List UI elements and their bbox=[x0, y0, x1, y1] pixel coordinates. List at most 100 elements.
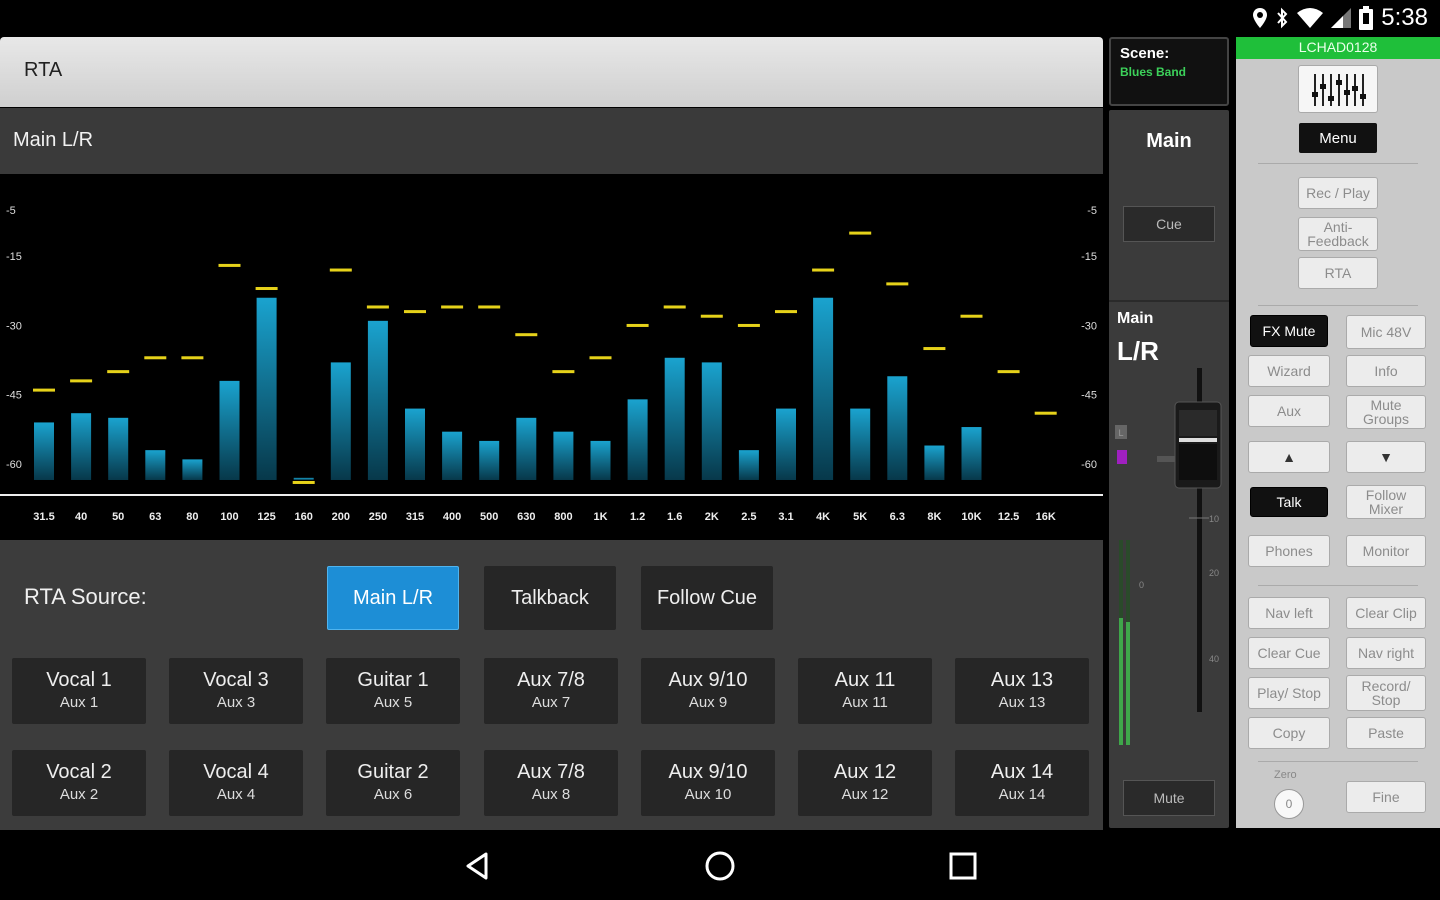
wifi-icon bbox=[1297, 8, 1324, 28]
source-follow-cue-button[interactable]: Follow Cue bbox=[641, 566, 773, 630]
svg-text:L: L bbox=[1118, 428, 1123, 438]
mix-name: Vocal 1 bbox=[46, 669, 112, 691]
recents-icon[interactable] bbox=[945, 848, 981, 884]
up-arrow-button[interactable]: ▲ bbox=[1248, 441, 1330, 473]
mic-48v-button[interactable]: Mic 48V bbox=[1346, 315, 1426, 349]
fader-handle[interactable] bbox=[1174, 401, 1222, 489]
record-stop-button[interactable]: Record/ Stop bbox=[1346, 675, 1426, 711]
frequency-label: 2.5 bbox=[741, 511, 756, 523]
back-icon[interactable] bbox=[460, 848, 496, 884]
rta-button[interactable]: RTA bbox=[1298, 257, 1378, 289]
anti-feedback-button[interactable]: Anti-Feedback bbox=[1298, 217, 1378, 251]
strip-title: Main bbox=[1146, 130, 1192, 152]
fader-scale-20: 20 bbox=[1209, 568, 1219, 578]
rta-peak bbox=[737, 323, 760, 327]
source-header: Main L/R bbox=[0, 108, 1103, 174]
mix-button-vocal-2[interactable]: Vocal 2 Aux 2 bbox=[12, 750, 146, 816]
mix-button-aux-9-10-b[interactable]: Aux 9/10 Aux 10 bbox=[641, 750, 775, 816]
mix-name: Aux 9/10 bbox=[668, 761, 748, 783]
scene-box[interactable]: Scene: Blues Band bbox=[1109, 37, 1229, 106]
rta-bar bbox=[887, 376, 908, 480]
source-talkback-button[interactable]: Talkback bbox=[484, 566, 616, 630]
talk-button[interactable]: Talk bbox=[1250, 487, 1328, 517]
frequency-label: 63 bbox=[149, 511, 161, 523]
home-icon[interactable] bbox=[702, 848, 738, 884]
paste-button[interactable]: Paste bbox=[1346, 717, 1426, 749]
mix-name: Aux 13 bbox=[990, 669, 1054, 691]
mix-name: Vocal 4 bbox=[203, 761, 269, 783]
aux-button[interactable]: Aux bbox=[1248, 395, 1330, 427]
frequency-label: 250 bbox=[369, 511, 387, 523]
scene-label: Scene: bbox=[1120, 45, 1170, 62]
clear-cue-button[interactable]: Clear Cue bbox=[1248, 637, 1330, 669]
mix-sub: Aux 10 bbox=[684, 786, 732, 803]
rta-bar bbox=[701, 362, 722, 480]
rta-baseline bbox=[0, 494, 1103, 496]
rta-peak bbox=[441, 305, 464, 309]
frequency-label: 500 bbox=[480, 511, 498, 523]
rta-peak bbox=[404, 310, 426, 314]
rta-bar bbox=[219, 380, 240, 480]
mix-name: Guitar 1 bbox=[357, 669, 429, 691]
mix-button-vocal-1[interactable]: Vocal 1 Aux 1 bbox=[12, 658, 146, 724]
mute-groups-button[interactable]: Mute Groups bbox=[1346, 395, 1426, 429]
rta-bar bbox=[479, 440, 500, 480]
copy-button[interactable]: Copy bbox=[1248, 717, 1330, 749]
rta-peak bbox=[552, 370, 575, 374]
rta-peak bbox=[886, 282, 909, 286]
mix-button-vocal-3[interactable]: Vocal 3 Aux 3 bbox=[169, 658, 303, 724]
rta-peak bbox=[923, 347, 946, 351]
mix-sub: Aux 8 bbox=[531, 786, 571, 803]
source-title: Main L/R bbox=[13, 129, 94, 151]
mix-button-vocal-4[interactable]: Vocal 4 Aux 4 bbox=[169, 750, 303, 816]
rta-bar bbox=[71, 413, 92, 480]
mute-button[interactable]: Mute bbox=[1123, 780, 1215, 816]
wizard-button[interactable]: Wizard bbox=[1248, 355, 1330, 387]
rta-peak bbox=[329, 268, 352, 272]
mix-sub: Aux 7 bbox=[531, 694, 571, 711]
mix-button-aux-7-8-a[interactable]: Aux 7/8 Aux 7 bbox=[484, 658, 618, 724]
mix-button-aux-12[interactable]: Aux 12 Aux 12 bbox=[798, 750, 932, 816]
mix-button-aux-11[interactable]: Aux 11 Aux 11 bbox=[798, 658, 932, 724]
rta-bar bbox=[442, 431, 463, 480]
rta-bar bbox=[34, 422, 54, 480]
info-button[interactable]: Info bbox=[1346, 355, 1426, 387]
mix-button-guitar-1[interactable]: Guitar 1 Aux 5 bbox=[326, 658, 460, 724]
nav-right-button[interactable]: Nav right bbox=[1346, 637, 1426, 669]
play-stop-button[interactable]: Play/ Stop bbox=[1248, 677, 1330, 709]
rta-bar bbox=[850, 408, 871, 480]
fx-mute-button[interactable]: FX Mute bbox=[1250, 315, 1328, 347]
menu-button[interactable]: Menu bbox=[1299, 123, 1377, 153]
follow-mixer-button[interactable]: Follow Mixer bbox=[1346, 485, 1426, 519]
monitor-button[interactable]: Monitor bbox=[1346, 535, 1426, 567]
mix-name: Aux 11 bbox=[834, 669, 896, 691]
zero-knob[interactable]: 0 bbox=[1274, 789, 1304, 819]
phones-button[interactable]: Phones bbox=[1248, 535, 1330, 567]
fine-button[interactable]: Fine bbox=[1346, 781, 1426, 813]
nav-left-button[interactable]: Nav left bbox=[1248, 597, 1330, 629]
down-arrow-button[interactable]: ▼ bbox=[1346, 441, 1426, 473]
cue-button[interactable]: Cue bbox=[1123, 206, 1215, 242]
mix-button-aux-14[interactable]: Aux 14 Aux 14 bbox=[955, 750, 1089, 816]
db-label-right: -15 bbox=[1081, 251, 1097, 263]
mix-button-aux-7-8-b[interactable]: Aux 7/8 Aux 8 bbox=[484, 750, 618, 816]
divider bbox=[1258, 305, 1418, 306]
mix-button-guitar-2[interactable]: Guitar 2 Aux 6 bbox=[326, 750, 460, 816]
rta-peak bbox=[70, 379, 93, 383]
rta-bar bbox=[738, 450, 759, 480]
frequency-label: 31.5 bbox=[33, 511, 54, 523]
rta-bar bbox=[961, 427, 982, 480]
mix-button-aux-9-10-a[interactable]: Aux 9/10 Aux 9 bbox=[641, 658, 775, 724]
mix-button-aux-13[interactable]: Aux 13 Aux 13 bbox=[955, 658, 1089, 724]
strip-divider bbox=[1109, 300, 1229, 302]
source-main-lr-button[interactable]: Main L/R bbox=[327, 566, 459, 630]
rec-play-button[interactable]: Rec / Play bbox=[1298, 177, 1378, 209]
frequency-label: 2K bbox=[705, 511, 719, 523]
mix-name: Vocal 2 bbox=[46, 761, 112, 783]
rta-peak bbox=[849, 231, 872, 235]
clear-clip-button[interactable]: Clear Clip bbox=[1346, 597, 1426, 629]
rta-bar bbox=[182, 459, 203, 480]
frequency-label: 16K bbox=[1036, 511, 1056, 523]
rta-bar bbox=[145, 450, 166, 480]
mixer-view-button[interactable] bbox=[1298, 65, 1378, 113]
